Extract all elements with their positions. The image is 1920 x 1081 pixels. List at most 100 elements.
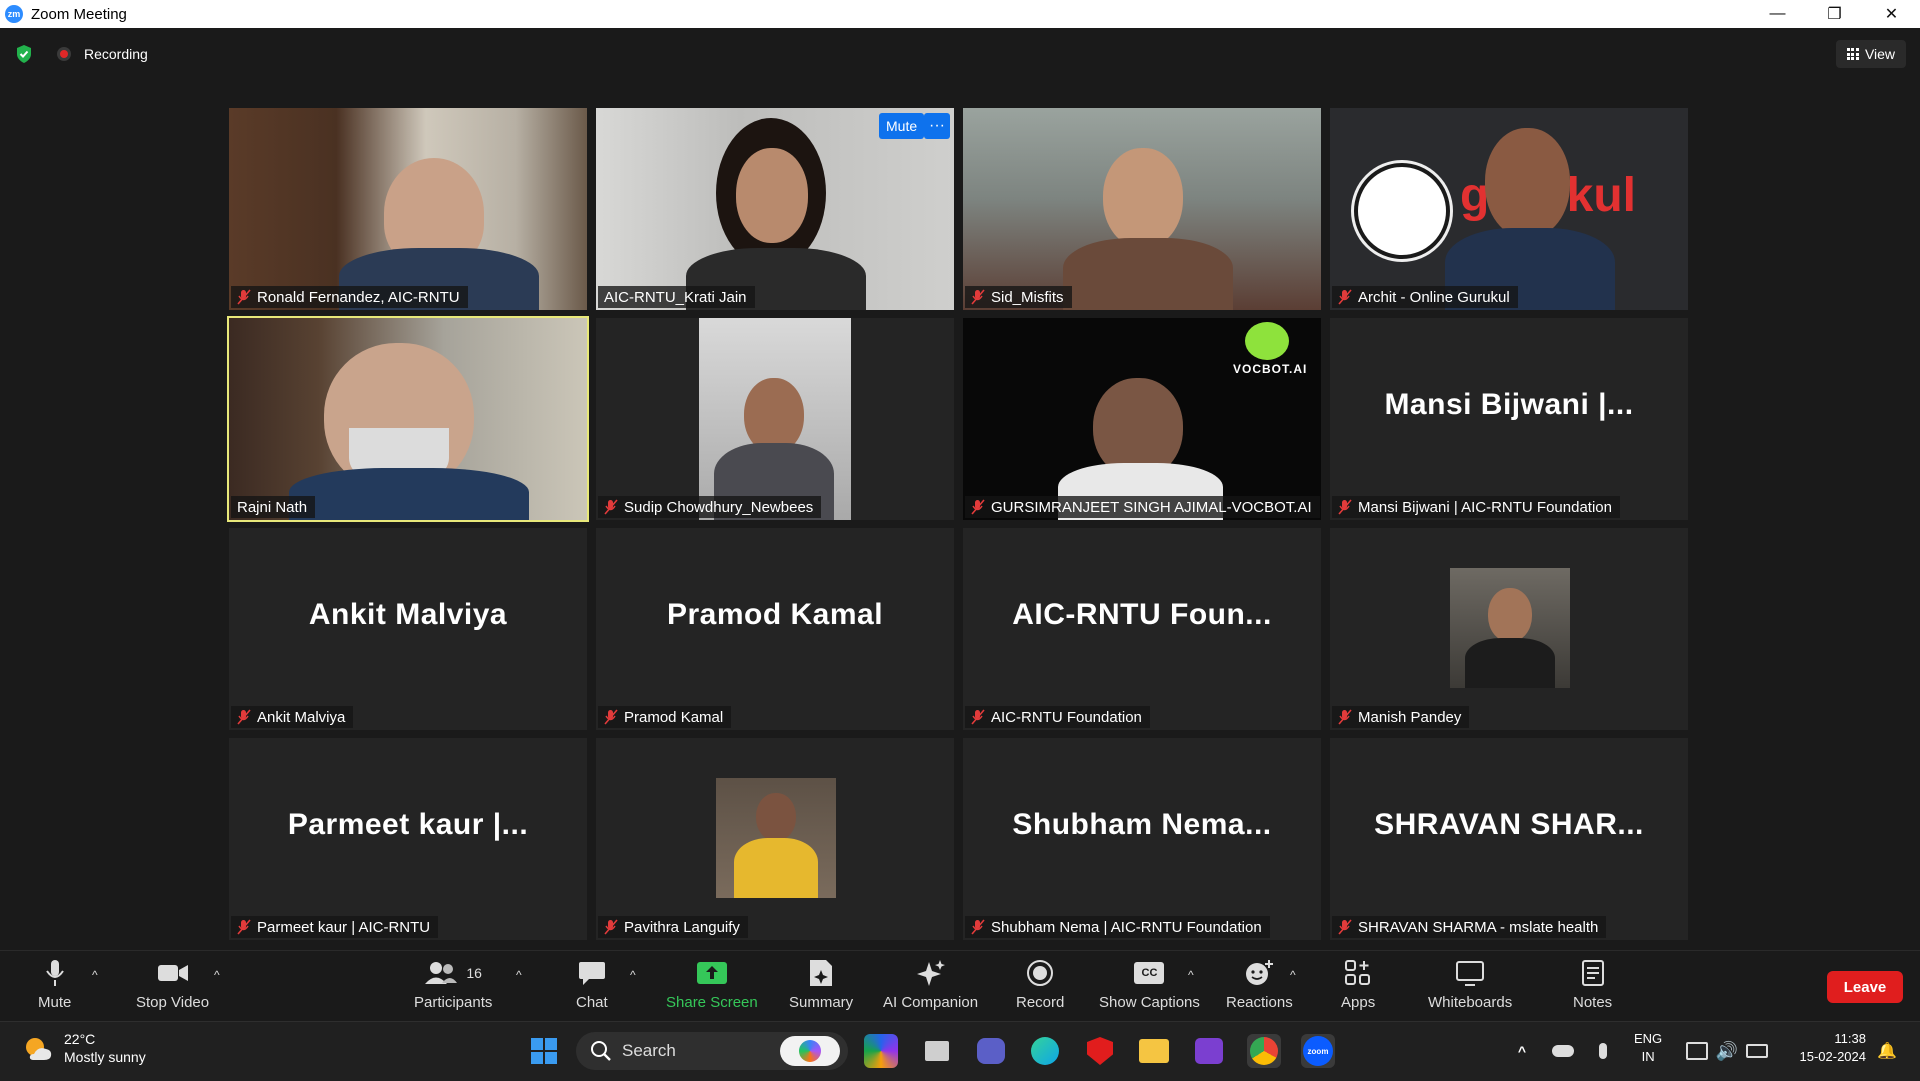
participant-label: Parmeet kaur | AIC-RNTU (231, 916, 439, 938)
participant-label: Ronald Fernandez, AIC-RNTU (231, 286, 468, 308)
video-tile[interactable]: gurukul Archit - Online Gurukul (1330, 108, 1688, 310)
clock[interactable]: 11:38 15-02-2024 (1786, 1030, 1867, 1066)
participant-label: Manish Pandey (1332, 706, 1470, 728)
onedrive-icon[interactable] (1546, 1034, 1580, 1068)
windows-start-icon[interactable] (527, 1034, 561, 1068)
notifications-icon[interactable]: 🔔 (1870, 1034, 1904, 1068)
apps-icon (1345, 960, 1371, 985)
ai-companion-button[interactable]: AI Companion (883, 958, 978, 1011)
taskbar-search[interactable]: Search (576, 1032, 848, 1070)
reactions-button[interactable]: Reactions (1226, 958, 1293, 1011)
copilot-pre-app-icon[interactable] (864, 1034, 898, 1068)
chat-button[interactable]: Chat (576, 958, 608, 1011)
apps-label: Apps (1341, 994, 1376, 1011)
video-tile[interactable]: SHRAVAN SHAR... SHRAVAN SHARMA - mslate … (1330, 738, 1688, 940)
person-shape (1485, 128, 1570, 238)
mcafee-icon[interactable] (1083, 1034, 1117, 1068)
video-tile-active-speaker[interactable]: Rajni Nath (227, 316, 589, 522)
participant-display-name: Mansi Bijwani |... (1384, 388, 1634, 421)
video-tile[interactable]: Sudip Chowdhury_Newbees (596, 318, 954, 520)
video-tile[interactable]: Pramod Kamal Pramod Kamal (596, 528, 954, 730)
participant-name: Sudip Chowdhury_Newbees (624, 498, 814, 516)
restore-button[interactable]: ❐ (1806, 0, 1863, 28)
minimize-button[interactable]: — (1749, 0, 1806, 28)
video-tile[interactable]: Shubham Nema... Shubham Nema | AIC-RNTU … (963, 738, 1321, 940)
view-button[interactable]: View (1836, 40, 1906, 68)
video-tile[interactable]: Mute ··· AIC-RNTU_Krati Jain (596, 108, 954, 310)
close-button[interactable]: ✕ (1863, 0, 1920, 28)
weather-widget[interactable]: 22°C Mostly sunny (22, 1030, 146, 1066)
participant-display-name: AIC-RNTU Foun... (1012, 598, 1272, 631)
summary-button[interactable]: Summary (789, 958, 853, 1011)
record-button[interactable]: Record (1016, 958, 1064, 1011)
reactions-icon (1246, 960, 1274, 985)
logo-icon (1245, 322, 1289, 360)
video-tile[interactable]: Pavithra Languify (596, 738, 954, 940)
video-tile[interactable]: Ronald Fernandez, AIC-RNTU (229, 108, 587, 310)
mute-participant-button[interactable]: Mute (879, 113, 925, 139)
microphone-tray-icon[interactable] (1586, 1034, 1620, 1068)
mic-muted-icon (237, 919, 251, 935)
whiteboards-button[interactable]: Whiteboards (1428, 958, 1512, 1011)
language-indicator[interactable]: ENG IN (1634, 1030, 1662, 1066)
more-options-button[interactable]: ··· (924, 113, 950, 139)
weather-sun-icon (26, 1038, 52, 1060)
video-tile[interactable]: Mansi Bijwani |... Mansi Bijwani | AIC-R… (1330, 318, 1688, 520)
record-icon (1027, 960, 1054, 986)
participant-name: Ankit Malviya (257, 708, 346, 726)
video-tile[interactable]: Sid_Misfits (963, 108, 1321, 310)
teams-icon[interactable] (974, 1034, 1008, 1068)
video-camera-icon (157, 965, 188, 981)
mic-muted-icon (971, 919, 985, 935)
share-screen-button[interactable]: Share Screen (666, 958, 758, 1011)
person-shape (1063, 238, 1233, 310)
stop-video-button[interactable]: Stop Video (136, 958, 209, 1011)
video-tile[interactable]: Parmeet kaur |... Parmeet kaur | AIC-RNT… (229, 738, 587, 940)
leave-button[interactable]: Leave (1827, 971, 1903, 1003)
video-options-caret[interactable]: ^ (214, 968, 220, 982)
network-icon[interactable] (1680, 1034, 1714, 1068)
mute-button[interactable]: Mute (38, 958, 71, 1011)
view-label: View (1864, 46, 1896, 62)
reactions-options-caret[interactable]: ^ (1290, 968, 1296, 982)
video-tile[interactable]: VOCBOT.AI GURSIMRANJEET SINGH AJIMAL-VOC… (963, 318, 1321, 520)
video-tile[interactable]: Manish Pandey (1330, 528, 1688, 730)
participant-label: AIC-RNTU Foundation (965, 706, 1150, 728)
apps-button[interactable]: Apps (1341, 958, 1375, 1011)
onenote-icon[interactable] (1192, 1034, 1226, 1068)
whiteboard-icon (1456, 961, 1485, 986)
participant-label: Pavithra Languify (598, 916, 748, 938)
volume-icon[interactable]: 🔊 (1710, 1034, 1744, 1068)
participant-label: Archit - Online Gurukul (1332, 286, 1518, 308)
search-label: Search (622, 1041, 676, 1060)
copilot-icon[interactable] (780, 1036, 840, 1066)
microphone-icon (45, 960, 64, 986)
battery-icon[interactable] (1740, 1034, 1774, 1068)
notes-label: Notes (1573, 994, 1613, 1011)
chrome-icon[interactable] (1247, 1034, 1281, 1068)
recording-icon[interactable] (57, 47, 71, 61)
zoom-icon-text: zoom (1303, 1036, 1333, 1066)
reactions-label: Reactions (1226, 994, 1293, 1011)
chat-options-caret[interactable]: ^ (630, 968, 636, 982)
mute-options-caret[interactable]: ^ (92, 968, 98, 982)
captions-options-caret[interactable]: ^ (1188, 968, 1194, 982)
person-shape (289, 468, 529, 520)
participant-name: Sid_Misfits (991, 288, 1064, 306)
file-explorer-icon[interactable] (1137, 1034, 1171, 1068)
sparkle-icon (916, 960, 945, 986)
person-shape (744, 378, 804, 453)
edge-icon[interactable] (1028, 1034, 1062, 1068)
notes-button[interactable]: Notes (1573, 958, 1612, 1011)
show-hidden-icons-chevron[interactable]: ^ (1505, 1034, 1539, 1068)
person-shape (1103, 148, 1183, 248)
video-tile[interactable]: Ankit Malviya Ankit Malviya (229, 528, 587, 730)
participants-options-caret[interactable]: ^ (516, 968, 522, 982)
show-captions-button[interactable]: CC Show Captions (1099, 958, 1200, 1011)
task-view-icon[interactable] (920, 1034, 954, 1068)
shield-icon[interactable] (15, 44, 33, 64)
video-tile[interactable]: AIC-RNTU Foun... AIC-RNTU Foundation (963, 528, 1321, 730)
participants-button[interactable]: 16 Participants (414, 958, 492, 1011)
zoom-taskbar-icon[interactable]: zoom (1301, 1034, 1335, 1068)
participant-label: Pramod Kamal (598, 706, 732, 728)
